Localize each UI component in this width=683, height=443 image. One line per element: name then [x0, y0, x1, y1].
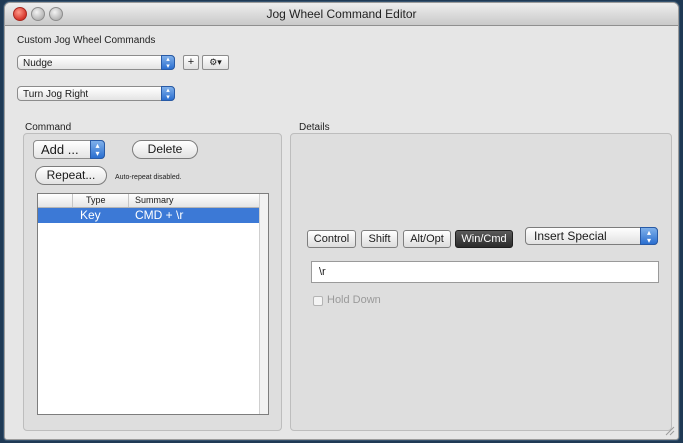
- plus-icon: +: [187, 56, 195, 68]
- stepper-arrows-icon: ▴ ▾: [161, 86, 175, 101]
- resize-grip-icon[interactable]: [665, 426, 675, 436]
- repeat-button[interactable]: Repeat...: [35, 166, 107, 185]
- table-row[interactable]: Key CMD + \r: [38, 208, 262, 223]
- column-header-summary[interactable]: Summary: [135, 194, 174, 207]
- control-modifier-button[interactable]: Control: [307, 230, 356, 248]
- alt-opt-modifier-button[interactable]: Alt/Opt: [403, 230, 451, 248]
- repeat-status-text: Auto-repeat disabled.: [115, 174, 182, 181]
- column-divider: [128, 194, 129, 207]
- key-sequence-field[interactable]: \r: [311, 261, 659, 283]
- custom-commands-label: Custom Jog Wheel Commands: [17, 35, 156, 46]
- insert-special-popup[interactable]: Insert Special ▴ ▾: [525, 227, 658, 245]
- command-table[interactable]: Type Summary Key CMD + \r: [37, 193, 269, 415]
- jog-wheel-editor-window: Jog Wheel Command Editor Custom Jog Whee…: [4, 2, 679, 440]
- stepper-arrows-icon: ▴ ▾: [161, 55, 175, 70]
- column-header-type[interactable]: Type: [86, 194, 106, 207]
- table-scrollbar[interactable]: [259, 194, 268, 414]
- add-command-value: Add ...: [41, 142, 79, 157]
- details-group-label: Details: [299, 122, 330, 133]
- column-divider: [72, 194, 73, 207]
- stepper-arrows-icon: ▴ ▾: [90, 140, 105, 159]
- add-preset-button[interactable]: +: [183, 55, 199, 70]
- gear-menu-button[interactable]: ⚙▾: [202, 55, 229, 70]
- shift-modifier-button[interactable]: Shift: [361, 230, 398, 248]
- command-group-label: Command: [25, 122, 72, 133]
- win-cmd-modifier-button[interactable]: Win/Cmd: [455, 230, 513, 248]
- command-selector-popup[interactable]: Turn Jog Right ▴ ▾: [17, 86, 175, 101]
- window-title: Jog Wheel Command Editor: [266, 7, 417, 21]
- preset-popup-value: Nudge: [23, 58, 53, 69]
- add-command-popup[interactable]: Add ... ▴ ▾: [33, 140, 105, 159]
- hold-down-label: Hold Down: [327, 294, 381, 306]
- table-header: Type Summary: [38, 194, 268, 208]
- stepper-arrows-icon: ▴ ▾: [640, 227, 658, 245]
- insert-special-value: Insert Special: [534, 229, 607, 243]
- title-bar[interactable]: Jog Wheel Command Editor: [5, 3, 678, 26]
- row-type-cell: Key: [80, 208, 101, 222]
- command-selector-value: Turn Jog Right: [23, 89, 89, 100]
- row-summary-cell: CMD + \r: [135, 208, 184, 222]
- delete-button[interactable]: Delete: [132, 140, 198, 159]
- hold-down-checkbox[interactable]: [313, 296, 323, 306]
- gear-icon: ⚙▾: [209, 57, 222, 67]
- preset-popup[interactable]: Nudge ▴ ▾: [17, 55, 175, 70]
